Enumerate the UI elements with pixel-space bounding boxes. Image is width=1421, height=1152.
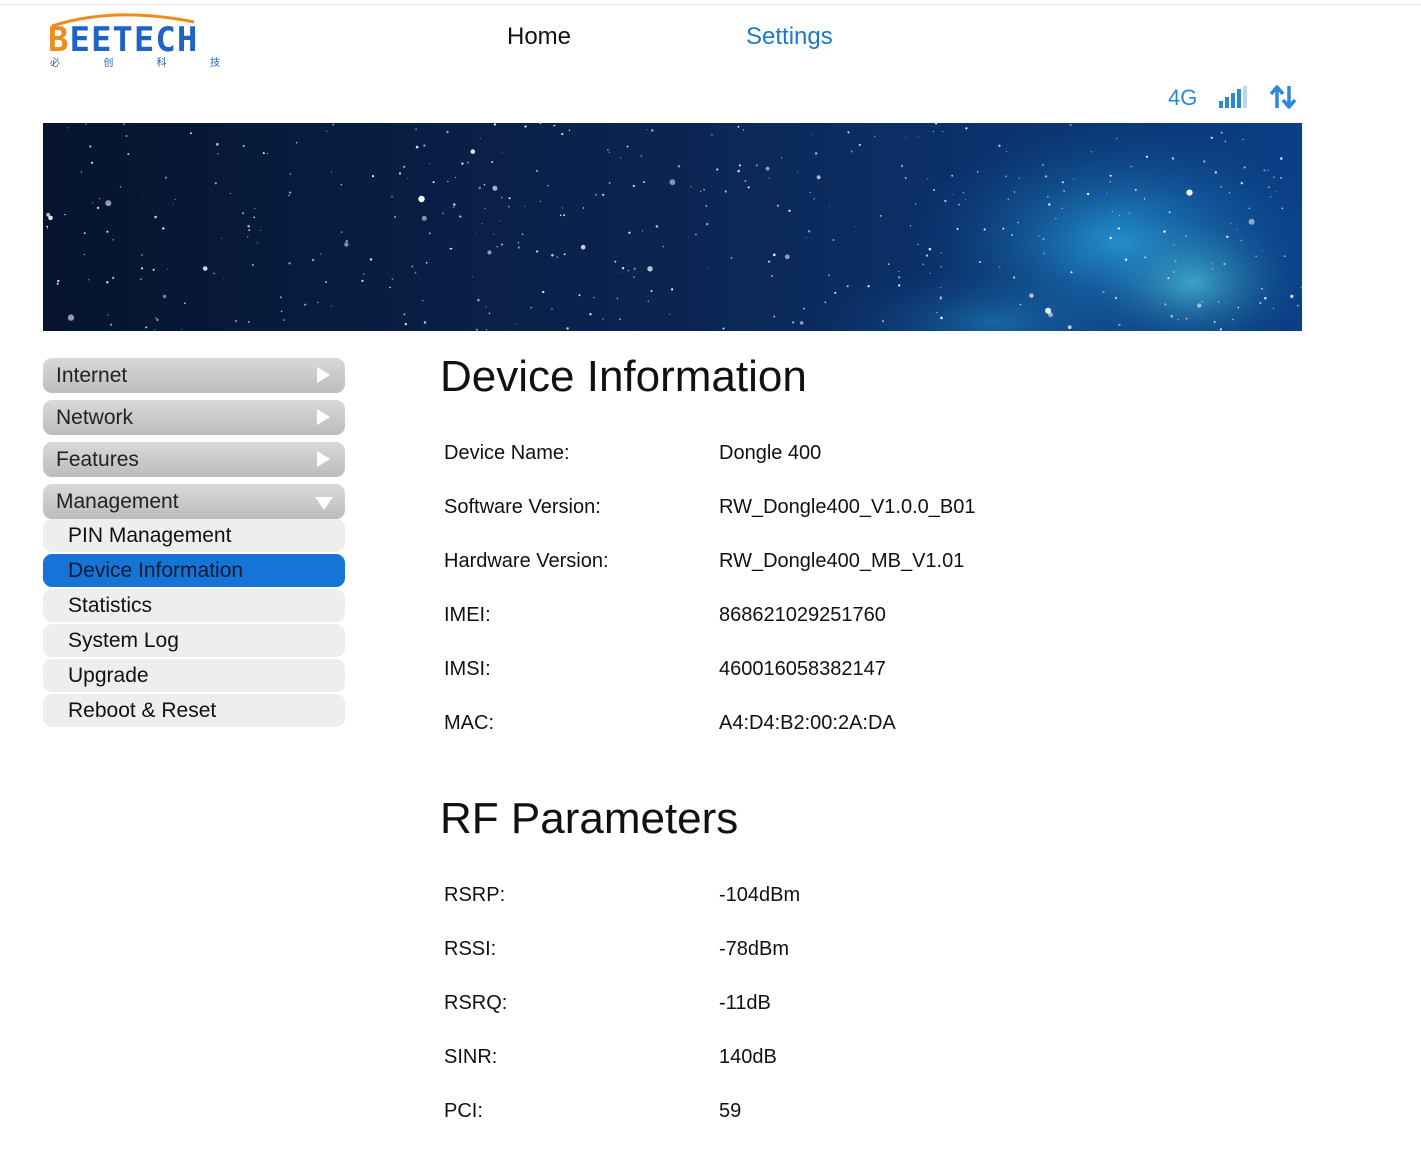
sidebar-item-pin-management[interactable]: PIN Management	[43, 519, 345, 552]
info-label: IMEI:	[444, 604, 491, 626]
sidebar-item-label: Features	[56, 448, 139, 471]
beetech-logo[interactable]: BEETECH 必 创 科 技	[44, 8, 224, 74]
info-row-device-name: Device Name: Dongle 400	[440, 440, 1340, 494]
nav-settings-link[interactable]: Settings	[746, 22, 833, 52]
info-value: RW_Dongle400_MB_V1.01	[719, 550, 965, 572]
sidebar-item-label: Management	[56, 490, 179, 513]
main-content: Device Information Device Name: Dongle 4…	[440, 350, 1340, 1152]
device-info-table: Device Name: Dongle 400 Software Version…	[440, 440, 1340, 764]
rf-row-rsrq: RSRQ: -11dB	[440, 990, 1340, 1044]
info-value: RW_Dongle400_V1.0.0_B01	[719, 496, 976, 518]
logo-letter-b: B	[48, 20, 70, 60]
chevron-right-icon	[317, 367, 330, 383]
page-title: Device Information	[440, 352, 807, 401]
sidebar-item-network[interactable]: Network	[43, 400, 345, 435]
logo-subtitle-char: 科	[156, 58, 167, 69]
chevron-right-icon	[317, 409, 330, 425]
sidebar-item-upgrade[interactable]: Upgrade	[43, 659, 345, 692]
rf-label: SINR:	[444, 1046, 498, 1068]
info-row-imsi: IMSI: 460016058382147	[440, 656, 1340, 710]
rf-value: -11dB	[719, 992, 771, 1014]
chevron-right-icon	[317, 451, 330, 467]
sidebar-item-features[interactable]: Features	[43, 442, 345, 477]
sidebar-item-statistics[interactable]: Statistics	[43, 589, 345, 622]
sidebar-item-label: System Log	[68, 629, 179, 652]
rf-label: RSSI:	[444, 938, 497, 960]
sidebar-item-label: PIN Management	[68, 524, 232, 547]
rf-row-sinr: SINR: 140dB	[440, 1044, 1340, 1098]
logo-letters: EETECH	[69, 20, 199, 60]
sidebar: Internet Network Features Management PIN…	[43, 358, 345, 727]
logo-subtitle: 必 创 科 技	[50, 58, 220, 70]
info-row-imei: IMEI: 868621029251760	[440, 602, 1340, 656]
info-value: 868621029251760	[719, 604, 886, 626]
info-row-hardware-version: Hardware Version: RW_Dongle400_MB_V1.01	[440, 548, 1340, 602]
top-divider	[0, 4, 1421, 5]
sidebar-item-reboot-reset[interactable]: Reboot & Reset	[43, 694, 345, 727]
logo-wordmark: BEETECH	[48, 22, 198, 58]
rf-label: PCI:	[444, 1100, 483, 1122]
info-row-software-version: Software Version: RW_Dongle400_V1.0.0_B0…	[440, 494, 1340, 548]
signal-bars-icon	[1219, 86, 1249, 112]
management-submenu: PIN Management Device Information Statis…	[43, 519, 345, 727]
sidebar-item-label: Statistics	[68, 594, 153, 617]
sidebar-item-label: Device Information	[68, 559, 244, 582]
info-value: A4:D4:B2:00:2A:DA	[719, 712, 896, 734]
sidebar-item-device-information[interactable]: Device Information	[43, 554, 345, 587]
logo-subtitle-char: 必	[50, 58, 60, 69]
logo-subtitle-char: 创	[103, 58, 114, 69]
sidebar-item-system-log[interactable]: System Log	[43, 624, 345, 657]
sidebar-item-internet[interactable]: Internet	[43, 358, 345, 393]
logo-subtitle-char: 技	[209, 58, 220, 69]
rf-label: RSRP:	[444, 884, 506, 906]
rf-value: -104dBm	[719, 884, 801, 906]
sidebar-item-label: Reboot & Reset	[68, 699, 217, 722]
rf-value: 59	[719, 1100, 742, 1122]
info-label: MAC:	[444, 712, 494, 734]
network-type-label: 4G	[1168, 85, 1198, 110]
rf-row-pci: PCI: 59	[440, 1098, 1340, 1152]
rf-parameters-title: RF Parameters	[440, 794, 739, 843]
rf-row-rsrp: RSRP: -104dBm	[440, 882, 1340, 936]
info-label: IMSI:	[444, 658, 491, 680]
status-bar: 4G	[1168, 82, 1297, 112]
info-row-mac: MAC: A4:D4:B2:00:2A:DA	[440, 710, 1340, 764]
sidebar-item-label: Upgrade	[68, 664, 149, 687]
info-label: Software Version:	[444, 496, 601, 518]
rf-label: RSRQ:	[444, 992, 508, 1014]
nav-home-link[interactable]: Home	[507, 22, 571, 52]
info-value: 460016058382147	[719, 658, 886, 680]
info-value: Dongle 400	[719, 442, 822, 464]
rf-row-rssi: RSSI: -78dBm	[440, 936, 1340, 990]
rf-parameters-table: RSRP: -104dBm RSSI: -78dBm RSRQ: -11dB S…	[440, 882, 1340, 1152]
info-label: Hardware Version:	[444, 550, 609, 572]
sidebar-item-label: Network	[56, 406, 134, 429]
sidebar-item-management[interactable]: Management	[43, 484, 345, 519]
up-down-arrows-icon	[1270, 85, 1297, 109]
rf-value: 140dB	[719, 1046, 777, 1068]
sidebar-item-label: Internet	[56, 364, 128, 387]
chevron-down-icon	[315, 497, 333, 510]
banner-image	[43, 123, 1302, 331]
starfield-banner	[43, 123, 1302, 331]
info-label: Device Name:	[444, 442, 570, 464]
rf-value: -78dBm	[719, 938, 790, 960]
